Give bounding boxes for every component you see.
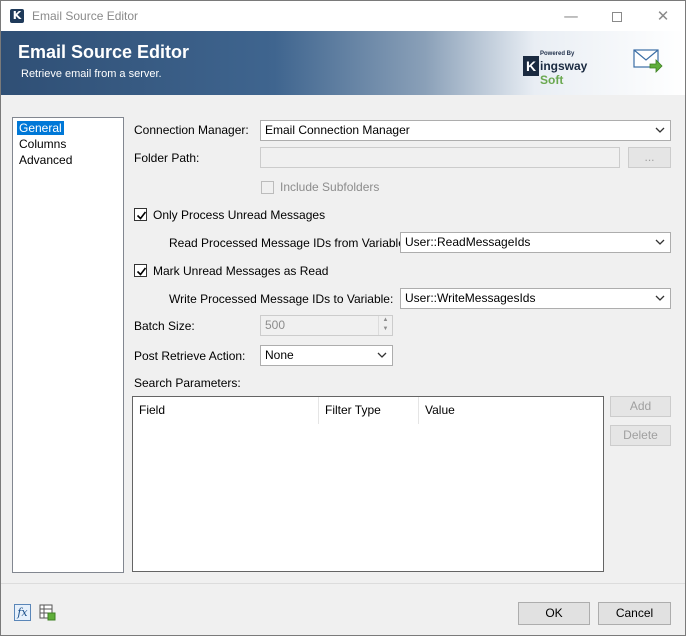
batch-size-value: 500 bbox=[265, 318, 286, 332]
column-header-field[interactable]: Field bbox=[133, 397, 319, 424]
chevron-down-icon bbox=[654, 289, 666, 308]
connection-manager-combo[interactable]: Email Connection Manager bbox=[260, 120, 671, 141]
only-unread-label: Only Process Unread Messages bbox=[153, 208, 326, 222]
only-unread-checkbox[interactable] bbox=[134, 208, 147, 221]
brand-name: ingsway Soft bbox=[540, 59, 588, 87]
chevron-down-icon bbox=[654, 121, 666, 140]
search-parameters-label: Search Parameters: bbox=[134, 376, 241, 390]
maximize-icon bbox=[612, 11, 622, 22]
window-title: Email Source Editor bbox=[32, 9, 139, 23]
brand-k-icon: K bbox=[523, 56, 539, 76]
navigation-list[interactable]: General Columns Advanced bbox=[12, 117, 124, 573]
folder-path-label: Folder Path: bbox=[134, 151, 200, 165]
banner-title: Email Source Editor bbox=[18, 42, 190, 62]
powered-by-text: Powered By bbox=[540, 51, 575, 57]
spin-up-icon[interactable]: ▲ bbox=[379, 316, 392, 325]
kingswaysoft-app-icon: K bbox=[10, 9, 24, 23]
expression-fx-icon[interactable]: fx bbox=[14, 604, 31, 621]
write-ids-variable-label: Write Processed Message IDs to Variable: bbox=[169, 292, 394, 306]
grid-header: Field Filter Type Value bbox=[133, 397, 603, 424]
banner-subtitle: Retrieve email from a server. bbox=[21, 68, 162, 80]
folder-path-input[interactable] bbox=[260, 147, 620, 168]
spin-down-icon[interactable]: ▼ bbox=[379, 325, 392, 334]
batch-size-stepper[interactable]: 500 ▲ ▼ bbox=[260, 315, 393, 336]
ok-button[interactable]: OK bbox=[518, 602, 590, 625]
connection-manager-value: Email Connection Manager bbox=[265, 123, 410, 137]
close-button[interactable]: ✕ bbox=[640, 1, 686, 31]
column-header-value[interactable]: Value bbox=[419, 397, 603, 424]
checkmark-icon bbox=[136, 267, 147, 276]
post-retrieve-value: None bbox=[265, 348, 294, 362]
folder-browse-button[interactable]: ... bbox=[628, 147, 671, 168]
write-ids-variable-value: User::WriteMessagesIds bbox=[405, 291, 536, 305]
read-ids-variable-label: Read Processed Message IDs from Variable… bbox=[169, 236, 409, 250]
batch-size-label: Batch Size: bbox=[134, 319, 195, 333]
mark-as-read-checkbox[interactable] bbox=[134, 264, 147, 277]
footer-separator bbox=[1, 583, 685, 584]
include-subfolders-checkbox[interactable] bbox=[261, 181, 274, 194]
search-parameters-grid[interactable]: Field Filter Type Value bbox=[132, 396, 604, 572]
post-retrieve-combo[interactable]: None bbox=[260, 345, 393, 366]
post-retrieve-label: Post Retrieve Action: bbox=[134, 349, 246, 363]
minimize-button[interactable]: — bbox=[548, 1, 594, 31]
delete-parameter-button[interactable]: Delete bbox=[610, 425, 671, 446]
nav-item-general[interactable]: General bbox=[17, 121, 64, 135]
read-ids-variable-combo[interactable]: User::ReadMessageIds bbox=[400, 232, 671, 253]
chevron-down-icon bbox=[654, 233, 666, 252]
mark-as-read-label: Mark Unread Messages as Read bbox=[153, 264, 329, 278]
chevron-down-icon bbox=[376, 346, 388, 365]
header-banner: Email Source Editor Retrieve email from … bbox=[1, 31, 685, 95]
cancel-button[interactable]: Cancel bbox=[598, 602, 671, 625]
write-ids-variable-combo[interactable]: User::WriteMessagesIds bbox=[400, 288, 671, 309]
email-source-editor-window: K Email Source Editor — ✕ Email Source E… bbox=[0, 0, 686, 636]
maximize-button[interactable] bbox=[594, 1, 640, 31]
add-parameter-button[interactable]: Add bbox=[610, 396, 671, 417]
batch-size-spinner[interactable]: ▲ ▼ bbox=[378, 316, 392, 335]
email-envelope-icon bbox=[633, 47, 663, 75]
kingswaysoft-logo: Powered By K ingsway Soft bbox=[523, 51, 613, 87]
checkmark-icon bbox=[136, 211, 147, 220]
variables-grid-icon[interactable] bbox=[39, 604, 56, 621]
title-bar[interactable]: K Email Source Editor — ✕ bbox=[1, 1, 685, 31]
read-ids-variable-value: User::ReadMessageIds bbox=[405, 235, 531, 249]
nav-item-advanced[interactable]: Advanced bbox=[17, 153, 74, 167]
include-subfolders-label: Include Subfolders bbox=[280, 180, 380, 194]
connection-manager-label: Connection Manager: bbox=[134, 123, 249, 137]
nav-item-columns[interactable]: Columns bbox=[17, 137, 68, 151]
column-header-filter-type[interactable]: Filter Type bbox=[319, 397, 419, 424]
